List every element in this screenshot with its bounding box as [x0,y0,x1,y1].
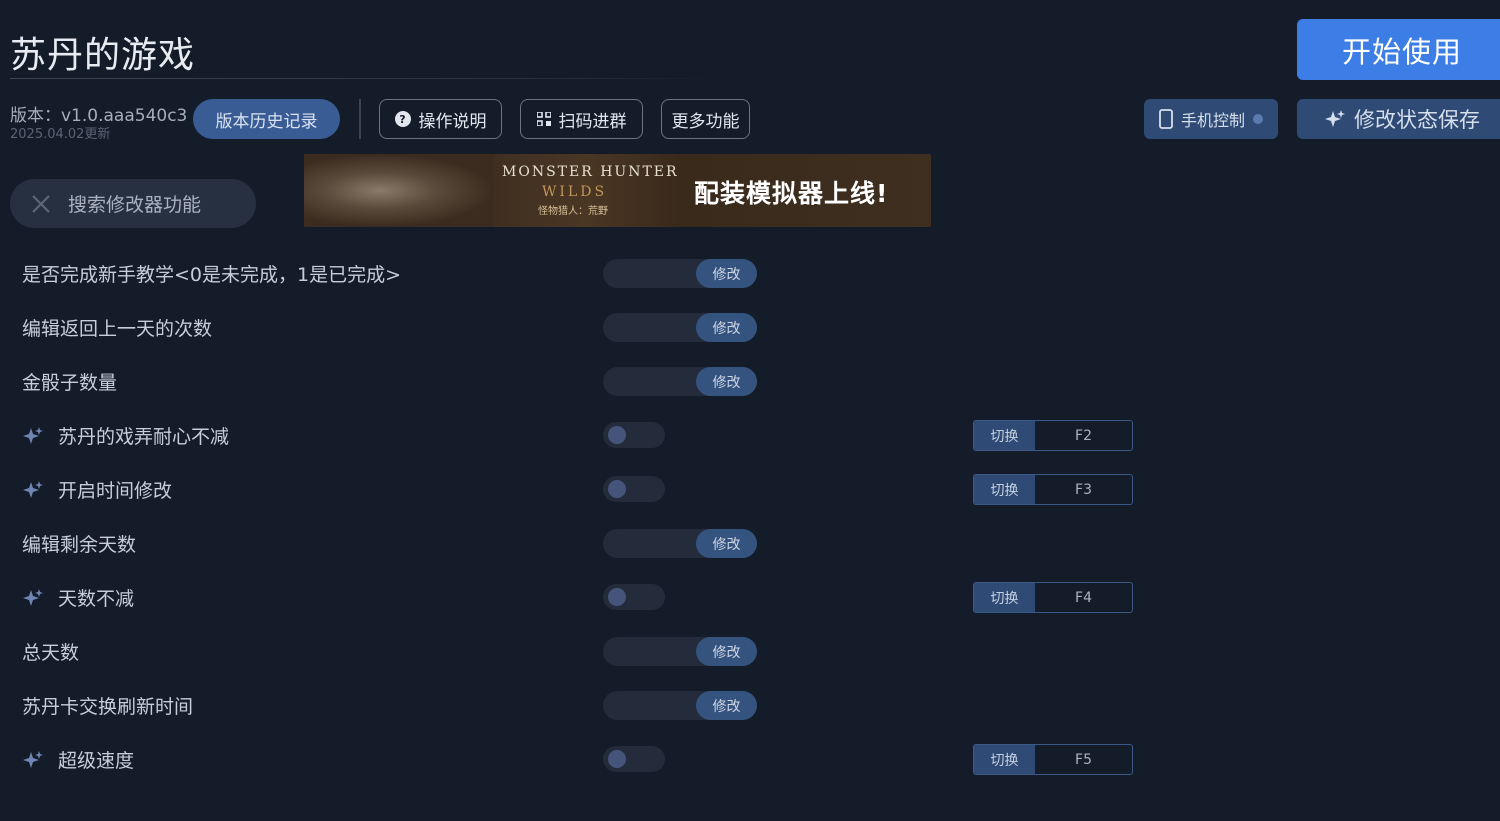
hotkey-control[interactable]: 切换 F2 [973,420,1133,451]
question-circle-icon: ? [394,111,411,127]
search-input[interactable]: 搜索修改器功能 [10,179,256,228]
banner-artwork [304,154,494,227]
option-row-label: 编辑返回上一天的次数 [22,314,212,341]
modify-button[interactable]: 修改 [696,259,757,288]
option-row-label: 苏丹的戏弄耐心不减 [22,422,229,449]
status-dot [1253,114,1263,124]
qr-join-button[interactable]: 扫码进群 [520,99,643,139]
phone-control-label: 手机控制 [1180,111,1245,130]
banner-headline: 配装模拟器上线! [694,179,889,208]
sparkle-icon [23,480,43,498]
option-row-label: 苏丹卡交换刷新时间 [22,692,193,719]
modify-button[interactable]: 修改 [696,367,757,396]
version-history-button[interactable]: 版本历史记录 [193,99,340,139]
modify-button[interactable]: 修改 [696,637,757,666]
option-label: 金骰子数量 [22,372,118,394]
toggle-switch[interactable] [603,476,665,502]
option-row-label: 天数不减 [22,584,134,611]
toggle-knob [608,426,626,444]
hotkey-switch-label[interactable]: 切换 [974,583,1035,612]
option-row-label: 超级速度 [22,746,134,773]
option-label: 编辑返回上一天的次数 [22,318,213,340]
option-row-label: 开启时间修改 [22,476,172,503]
promo-banner[interactable]: MONSTER HUNTER WILDS 怪物猎人：荒野 配装模拟器上线! [304,154,931,227]
phone-control-button[interactable]: 手机控制 [1144,99,1278,139]
value-input[interactable]: 修改 [603,259,757,288]
hotkey-key[interactable]: F2 [1035,421,1132,450]
sparkle-icon [23,750,43,768]
hotkey-key[interactable]: F5 [1035,745,1132,774]
start-button[interactable]: 开始使用 [1297,19,1500,80]
hotkey-key[interactable]: F3 [1035,475,1132,504]
toggle-switch[interactable] [603,422,665,448]
toggle-switch[interactable] [603,584,665,610]
page-title: 苏丹的游戏 [10,35,196,76]
value-input[interactable]: 修改 [603,313,757,342]
option-row-label: 总天数 [22,638,79,665]
toggle-knob [608,480,626,498]
hotkey-switch-label[interactable]: 切换 [974,745,1035,774]
search-placeholder: 搜索修改器功能 [68,194,202,216]
save-state-button[interactable]: 修改状态保存 [1297,99,1500,139]
toggle-switch[interactable] [603,746,665,772]
close-icon[interactable] [30,193,52,215]
option-row-label: 金骰子数量 [22,368,117,395]
hotkey-control[interactable]: 切换 F3 [973,474,1133,505]
option-label: 天数不减 [58,588,135,610]
help-label: 操作说明 [418,111,487,132]
modify-button[interactable]: 修改 [696,313,757,342]
toolbar-divider [359,99,361,139]
option-label: 开启时间修改 [58,480,173,502]
value-input[interactable]: 修改 [603,691,757,720]
banner-game-cn: 怪物猎人：荒野 [538,206,608,217]
toggle-knob [608,750,626,768]
option-label: 总天数 [22,642,80,664]
option-label: 苏丹卡交换刷新时间 [22,696,194,718]
sparkle-icon [23,588,43,606]
sparkle-icon [23,426,43,444]
hotkey-control[interactable]: 切换 F4 [973,582,1133,613]
option-label: 是否完成新手教学<0是未完成，1是已完成> [22,264,402,286]
title-divider [10,78,728,79]
more-features-button[interactable]: 更多功能 [661,99,750,139]
hotkey-switch-label[interactable]: 切换 [974,421,1035,450]
option-row-label: 编辑剩余天数 [22,530,136,557]
toggle-knob [608,588,626,606]
qr-join-label: 扫码进群 [558,111,627,132]
value-input[interactable]: 修改 [603,367,757,396]
hotkey-key[interactable]: F4 [1035,583,1132,612]
value-input[interactable]: 修改 [603,637,757,666]
help-button[interactable]: ? 操作说明 [379,99,502,139]
option-label: 编辑剩余天数 [22,534,137,556]
qr-code-icon [536,112,551,126]
option-row-label: 是否完成新手教学<0是未完成，1是已完成> [22,260,401,287]
modify-button[interactable]: 修改 [696,691,757,720]
option-label: 苏丹的戏弄耐心不减 [58,426,230,448]
sparkle-icon [1325,110,1345,127]
option-label: 超级速度 [58,750,135,772]
banner-game-title: MONSTER HUNTER [502,164,679,180]
hotkey-control[interactable]: 切换 F5 [973,744,1133,775]
value-input[interactable]: 修改 [603,529,757,558]
hotkey-switch-label[interactable]: 切换 [974,475,1035,504]
update-date: 2025.04.02更新 [10,127,111,142]
save-state-label: 修改状态保存 [1354,108,1480,132]
banner-game-subtitle: WILDS [542,184,608,200]
phone-icon [1159,109,1173,129]
modify-button[interactable]: 修改 [696,529,757,558]
